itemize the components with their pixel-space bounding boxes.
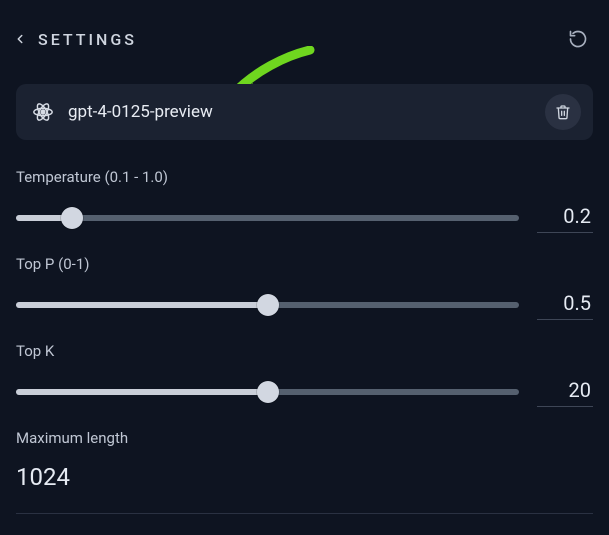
top-p-label: Top P (0-1): [16, 255, 593, 273]
top-p-setting: Top P (0-1) 0.5: [16, 255, 593, 320]
atom-icon: [32, 101, 54, 123]
top-k-value[interactable]: 20: [537, 376, 593, 407]
delete-model-button[interactable]: [545, 94, 581, 130]
top-k-setting: Top K 20: [16, 342, 593, 407]
model-selector[interactable]: gpt-4-0125-preview: [16, 84, 593, 140]
refresh-icon: [568, 29, 588, 49]
top-k-label: Top K: [16, 342, 593, 360]
max-length-value[interactable]: 1024: [16, 463, 593, 491]
page-title: SETTINGS: [38, 30, 137, 49]
model-name: gpt-4-0125-preview: [68, 102, 531, 122]
top-p-value[interactable]: 0.5: [537, 289, 593, 320]
temperature-slider[interactable]: [16, 207, 519, 229]
temperature-label: Temperature (0.1 - 1.0): [16, 168, 593, 186]
reset-button[interactable]: [567, 28, 589, 50]
temperature-value[interactable]: 0.2: [537, 202, 593, 233]
chevron-left-icon: [10, 29, 30, 49]
max-length-setting: Maximum length 1024: [16, 429, 593, 491]
top-p-slider[interactable]: [16, 294, 519, 316]
top-k-slider[interactable]: [16, 381, 519, 403]
back-button[interactable]: SETTINGS: [10, 29, 137, 49]
temperature-setting: Temperature (0.1 - 1.0) 0.2: [16, 168, 593, 233]
max-length-label: Maximum length: [16, 429, 593, 447]
trash-icon: [555, 104, 571, 120]
divider: [16, 513, 593, 514]
